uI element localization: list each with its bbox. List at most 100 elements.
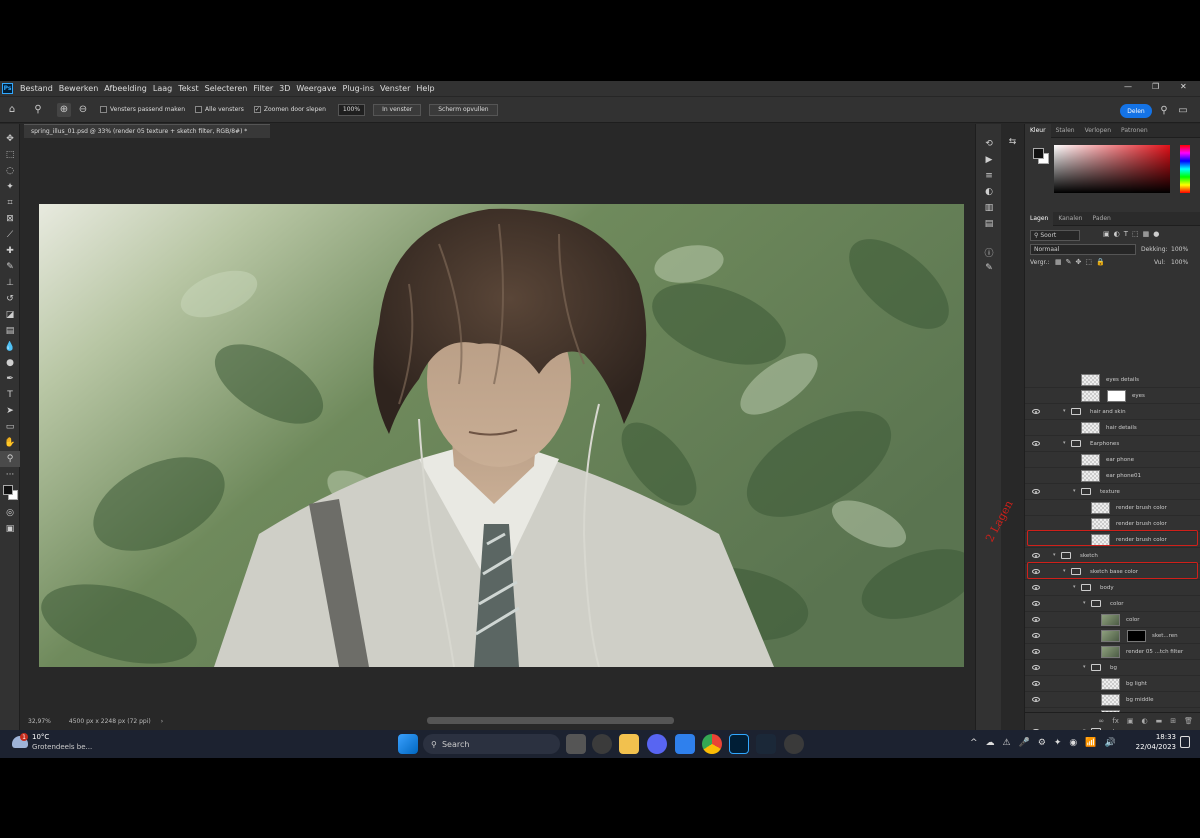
color-wheel-icon[interactable]: ◐	[976, 184, 1002, 200]
brush-tool-icon[interactable]: ✎	[0, 259, 20, 275]
layer-row[interactable]: ▾ color	[1025, 596, 1200, 612]
foreground-color-swatch[interactable]	[3, 485, 13, 495]
magic-wand-icon[interactable]: ✦	[0, 179, 20, 195]
visibility-eye-icon[interactable]	[1032, 665, 1040, 670]
fill-value[interactable]: 100%	[1171, 259, 1188, 266]
folder-caret-icon[interactable]: ▾	[1053, 552, 1056, 558]
lock-icons[interactable]: ▦✎✥⬚🔒	[1055, 258, 1109, 266]
layer-filter-icons[interactable]: ▣◐T⬚▦●	[1103, 230, 1163, 238]
chat-icon[interactable]	[592, 734, 612, 754]
canvas-area[interactable]	[21, 139, 994, 730]
layer-row[interactable]: bg light	[1025, 676, 1200, 692]
fill-screen-button[interactable]: Scherm opvullen	[429, 103, 498, 116]
notifications-icon[interactable]	[1180, 736, 1190, 748]
zoom-in-icon[interactable]: ⊕	[57, 102, 71, 117]
menu-3d[interactable]: 3D	[276, 84, 293, 93]
history-panel-icon[interactable]: ⟲	[976, 136, 1002, 152]
photoshop-taskbar-icon[interactable]	[729, 734, 749, 754]
home-icon[interactable]: ⌂	[5, 103, 19, 117]
link-layers-icon[interactable]: ∞	[1098, 717, 1104, 725]
tab-layers[interactable]: Lagen	[1025, 211, 1054, 226]
layer-row[interactable]: sket...ren	[1025, 628, 1200, 644]
visibility-eye-icon[interactable]	[1032, 649, 1040, 654]
all-windows-checkbox[interactable]: Alle vensters	[195, 106, 244, 113]
layer-style-icon[interactable]: fx	[1112, 717, 1119, 725]
screen-mode-icon[interactable]: ▣	[0, 521, 20, 537]
opacity-value[interactable]: 100%	[1171, 246, 1188, 253]
menu-view[interactable]: Weergave	[293, 84, 339, 93]
close-icon[interactable]: ✕	[1180, 82, 1187, 91]
fit-screen-button[interactable]: In venster	[373, 103, 422, 116]
menu-image[interactable]: Afbeelding	[101, 84, 150, 93]
comments-panel-icon[interactable]: ▤	[976, 216, 1002, 232]
weather-condition[interactable]: Grotendeels be...	[32, 743, 92, 751]
system-tray-icons[interactable]: ^☁⚠🎤⚙✦◉📶🔊	[970, 738, 1124, 748]
horizontal-scroll-thumb[interactable]	[427, 717, 674, 724]
tab-gradients[interactable]: Verlopen	[1080, 124, 1116, 138]
crop-tool-icon[interactable]: ⌗	[0, 195, 20, 211]
quick-mask-icon[interactable]: ◎	[0, 505, 20, 521]
hue-slider[interactable]	[1180, 145, 1190, 193]
workspace-icon[interactable]: ▭	[1176, 103, 1190, 117]
healing-brush-icon[interactable]: ✚	[0, 243, 20, 259]
folder-caret-icon[interactable]: ▾	[1083, 600, 1086, 606]
minimize-icon[interactable]: —	[1124, 82, 1132, 91]
blend-mode-dropdown[interactable]: Normaal	[1030, 244, 1136, 255]
clock-date[interactable]: 22/04/2023	[1131, 743, 1176, 751]
discord-icon[interactable]	[647, 734, 667, 754]
actions-panel-icon[interactable]: ▶	[976, 152, 1002, 168]
dodge-tool-icon[interactable]: ●	[0, 355, 20, 371]
layer-row[interactable]: render brush color	[1025, 500, 1200, 516]
menu-filter[interactable]: Filter	[250, 84, 276, 93]
new-layer-icon[interactable]: ⊞	[1170, 717, 1176, 725]
menu-help[interactable]: Help	[413, 84, 437, 93]
color-picker-field[interactable]	[1054, 145, 1170, 193]
scrubby-zoom-checkbox[interactable]: ✓ Zoomen door slepen	[253, 106, 326, 113]
eraser-icon[interactable]: ◪	[0, 307, 20, 323]
new-group-icon[interactable]: ▬	[1156, 717, 1163, 725]
folder-caret-icon[interactable]: ▾	[1073, 584, 1076, 590]
marquee-tool-icon[interactable]: ⬚	[0, 147, 20, 163]
visibility-eye-icon[interactable]	[1032, 617, 1040, 622]
history-brush-icon[interactable]: ↺	[0, 291, 20, 307]
visibility-eye-icon[interactable]	[1032, 601, 1040, 606]
adjustments-panel-icon[interactable]: ≡	[976, 168, 1002, 184]
adjustment-layer-icon[interactable]: ◐	[1142, 717, 1148, 725]
steam-icon[interactable]	[756, 734, 776, 754]
visibility-eye-icon[interactable]	[1032, 441, 1040, 446]
info-panel-icon[interactable]: ⓘ	[976, 244, 1002, 260]
layer-row[interactable]: ear phone	[1025, 452, 1200, 468]
visibility-eye-icon[interactable]	[1032, 681, 1040, 686]
move-tool-icon[interactable]: ✥	[0, 131, 20, 147]
color-swatches[interactable]	[0, 483, 19, 505]
clone-stamp-icon[interactable]: ⊥	[0, 275, 20, 291]
hand-tool-icon[interactable]: ✋	[0, 435, 20, 451]
visibility-eye-icon[interactable]	[1032, 553, 1040, 558]
libraries-panel-icon[interactable]: ▥	[976, 200, 1002, 216]
search-icon[interactable]: ⚲	[1157, 103, 1171, 117]
zoom-tool-icon[interactable]: ⚲	[31, 103, 45, 117]
menu-select[interactable]: Selecteren	[202, 84, 251, 93]
frame-tool-icon[interactable]: ⊠	[0, 211, 20, 227]
restore-icon[interactable]: ❐	[1152, 82, 1159, 91]
gradient-tool-icon[interactable]: ▤	[0, 323, 20, 339]
layer-filter-dropdown[interactable]: ⚲ Soort	[1030, 230, 1080, 241]
folder-caret-icon[interactable]: ▾	[1073, 488, 1076, 494]
layer-row[interactable]: bg middle	[1025, 692, 1200, 708]
tab-patterns[interactable]: Patronen	[1116, 124, 1153, 138]
folder-caret-icon[interactable]: ▾	[1063, 408, 1066, 414]
menu-edit[interactable]: Bewerken	[56, 84, 102, 93]
tab-channels[interactable]: Kanalen	[1053, 212, 1087, 226]
status-arrow-icon[interactable]: ›	[161, 718, 163, 725]
folder-caret-icon[interactable]: ▾	[1083, 664, 1086, 670]
layer-row[interactable]: ▾ body	[1025, 580, 1200, 596]
panel-settings-icon[interactable]: ⇆	[1001, 134, 1024, 150]
visibility-eye-icon[interactable]	[1032, 585, 1040, 590]
layer-row[interactable]: eyes	[1025, 388, 1200, 404]
delete-layer-icon[interactable]: 🗑	[1184, 717, 1193, 725]
file-explorer-icon[interactable]	[619, 734, 639, 754]
document-tab[interactable]: spring_illus_01.psd @ 33% (render 05 tex…	[24, 124, 270, 138]
layer-row[interactable]: color	[1025, 612, 1200, 628]
zoom-percent-field[interactable]: 100%	[337, 103, 366, 116]
eyedropper-icon[interactable]: ⟋	[0, 227, 20, 243]
